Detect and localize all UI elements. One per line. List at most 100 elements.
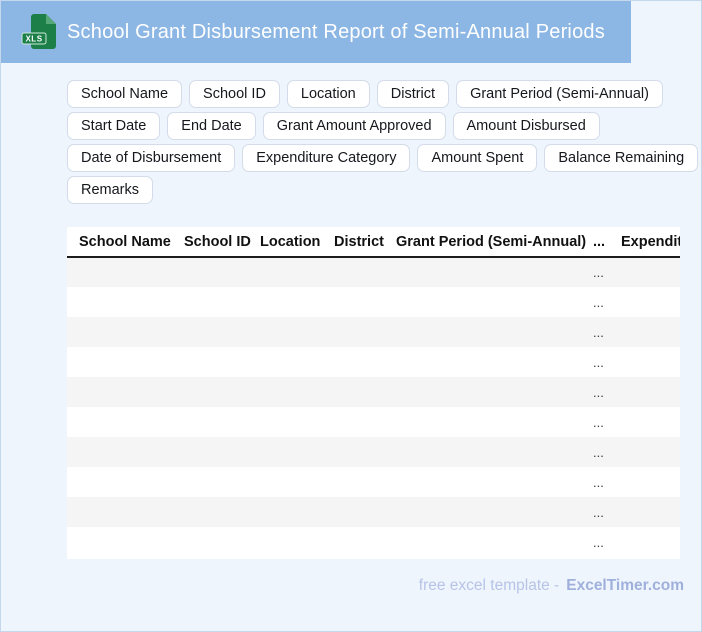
empty-cell	[67, 377, 172, 407]
empty-cell	[172, 467, 248, 497]
table-row: ...	[67, 467, 680, 497]
empty-cell	[322, 377, 384, 407]
row-more-cell: ...	[581, 257, 609, 287]
table-row: ...	[67, 347, 680, 377]
chip-row: Start Date End Date Grant Amount Approved A…	[67, 112, 685, 140]
table-row: ...	[67, 377, 680, 407]
empty-cell	[609, 527, 680, 557]
chip-start-date[interactable]: Start Date	[67, 112, 161, 140]
table-body: ..............................	[67, 257, 680, 557]
row-more-cell: ...	[581, 377, 609, 407]
empty-cell	[322, 437, 384, 467]
empty-cell	[172, 437, 248, 467]
header-bar: XLS School Grant Disbursement Report of …	[1, 1, 631, 63]
report-table-container: School Name School ID Location District Gran…	[67, 227, 680, 559]
empty-cell	[322, 527, 384, 557]
empty-cell	[172, 497, 248, 527]
chip-amount-spent[interactable]: Amount Spent	[417, 144, 538, 172]
row-more-cell: ...	[581, 407, 609, 437]
row-more-cell: ...	[581, 437, 609, 467]
report-table: School Name School ID Location District Gran…	[67, 227, 680, 557]
chip-grant-period-semi-annual[interactable]: Grant Period (Semi-Annual)	[456, 80, 663, 108]
column-header: Location	[248, 227, 322, 258]
empty-cell	[609, 377, 680, 407]
empty-cell	[67, 497, 172, 527]
table-row: ...	[67, 497, 680, 527]
chip-balance-remaining[interactable]: Balance Remaining	[544, 144, 699, 172]
chip-amount-disbursed[interactable]: Amount Disbursed	[452, 112, 600, 140]
empty-cell	[67, 437, 172, 467]
row-more-cell: ...	[581, 317, 609, 347]
xls-icon-label: XLS	[25, 35, 42, 44]
empty-cell	[248, 317, 322, 347]
empty-cell	[322, 497, 384, 527]
column-header: District	[322, 227, 384, 258]
row-more-cell: ...	[581, 497, 609, 527]
empty-cell	[172, 527, 248, 557]
empty-cell	[609, 347, 680, 377]
empty-cell	[172, 377, 248, 407]
empty-cell	[384, 257, 581, 287]
row-more-cell: ...	[581, 527, 609, 557]
empty-cell	[384, 377, 581, 407]
xls-file-icon: XLS	[21, 14, 56, 49]
empty-cell	[322, 467, 384, 497]
empty-cell	[248, 287, 322, 317]
empty-cell	[67, 407, 172, 437]
empty-cell	[384, 347, 581, 377]
empty-cell	[609, 257, 680, 287]
chip-row: Remarks	[67, 176, 685, 204]
empty-cell	[248, 407, 322, 437]
row-more-cell: ...	[581, 287, 609, 317]
empty-cell	[322, 257, 384, 287]
chip-school-name[interactable]: School Name	[67, 80, 183, 108]
empty-cell	[172, 257, 248, 287]
footer-brand-link[interactable]: ExcelTimer.com	[566, 577, 684, 594]
footer-text: free excel template -	[418, 577, 560, 594]
empty-cell	[248, 347, 322, 377]
empty-cell	[384, 497, 581, 527]
empty-cell	[384, 287, 581, 317]
footer: free excel template - ExcelTimer.com	[419, 577, 684, 595]
chip-school-id[interactable]: School ID	[189, 80, 280, 108]
empty-cell	[609, 437, 680, 467]
empty-cell	[248, 377, 322, 407]
empty-cell	[384, 437, 581, 467]
empty-cell	[384, 467, 581, 497]
chip-grant-amount-approved[interactable]: Grant Amount Approved	[262, 112, 446, 140]
empty-cell	[384, 407, 581, 437]
chip-location[interactable]: Location	[286, 80, 370, 108]
table-row: ...	[67, 407, 680, 437]
empty-cell	[67, 257, 172, 287]
page-title: School Grant Disbursement Report of Semi…	[67, 20, 605, 43]
row-more-cell: ...	[581, 467, 609, 497]
table-header-row: School Name School ID Location District Gran…	[67, 227, 680, 258]
row-more-cell: ...	[581, 347, 609, 377]
empty-cell	[384, 317, 581, 347]
chip-row: Date of Disbursement Expenditure Category…	[67, 144, 699, 172]
chip-end-date[interactable]: End Date	[167, 112, 256, 140]
empty-cell	[67, 317, 172, 347]
empty-cell	[172, 347, 248, 377]
empty-cell	[248, 257, 322, 287]
empty-cell	[248, 527, 322, 557]
empty-cell	[172, 287, 248, 317]
chip-district[interactable]: District	[376, 80, 450, 108]
chips: School Name School ID Location District Gran…	[67, 80, 699, 204]
chip-expenditure-category[interactable]: Expenditure Category	[242, 144, 411, 172]
empty-cell	[322, 287, 384, 317]
empty-cell	[67, 287, 172, 317]
chip-date-of-disbursement[interactable]: Date of Disbursement	[67, 144, 236, 172]
empty-cell	[172, 317, 248, 347]
chip-row: School Name School ID Location District Gran…	[67, 80, 685, 108]
table-row: ...	[67, 527, 680, 557]
empty-cell	[322, 407, 384, 437]
table-row: ...	[67, 257, 680, 287]
empty-cell	[248, 467, 322, 497]
table-row: ...	[67, 437, 680, 467]
column-header: School ID	[172, 227, 251, 258]
empty-cell	[609, 317, 680, 347]
empty-cell	[609, 497, 680, 527]
empty-cell	[384, 527, 581, 557]
chip-remarks[interactable]: Remarks	[67, 176, 154, 204]
